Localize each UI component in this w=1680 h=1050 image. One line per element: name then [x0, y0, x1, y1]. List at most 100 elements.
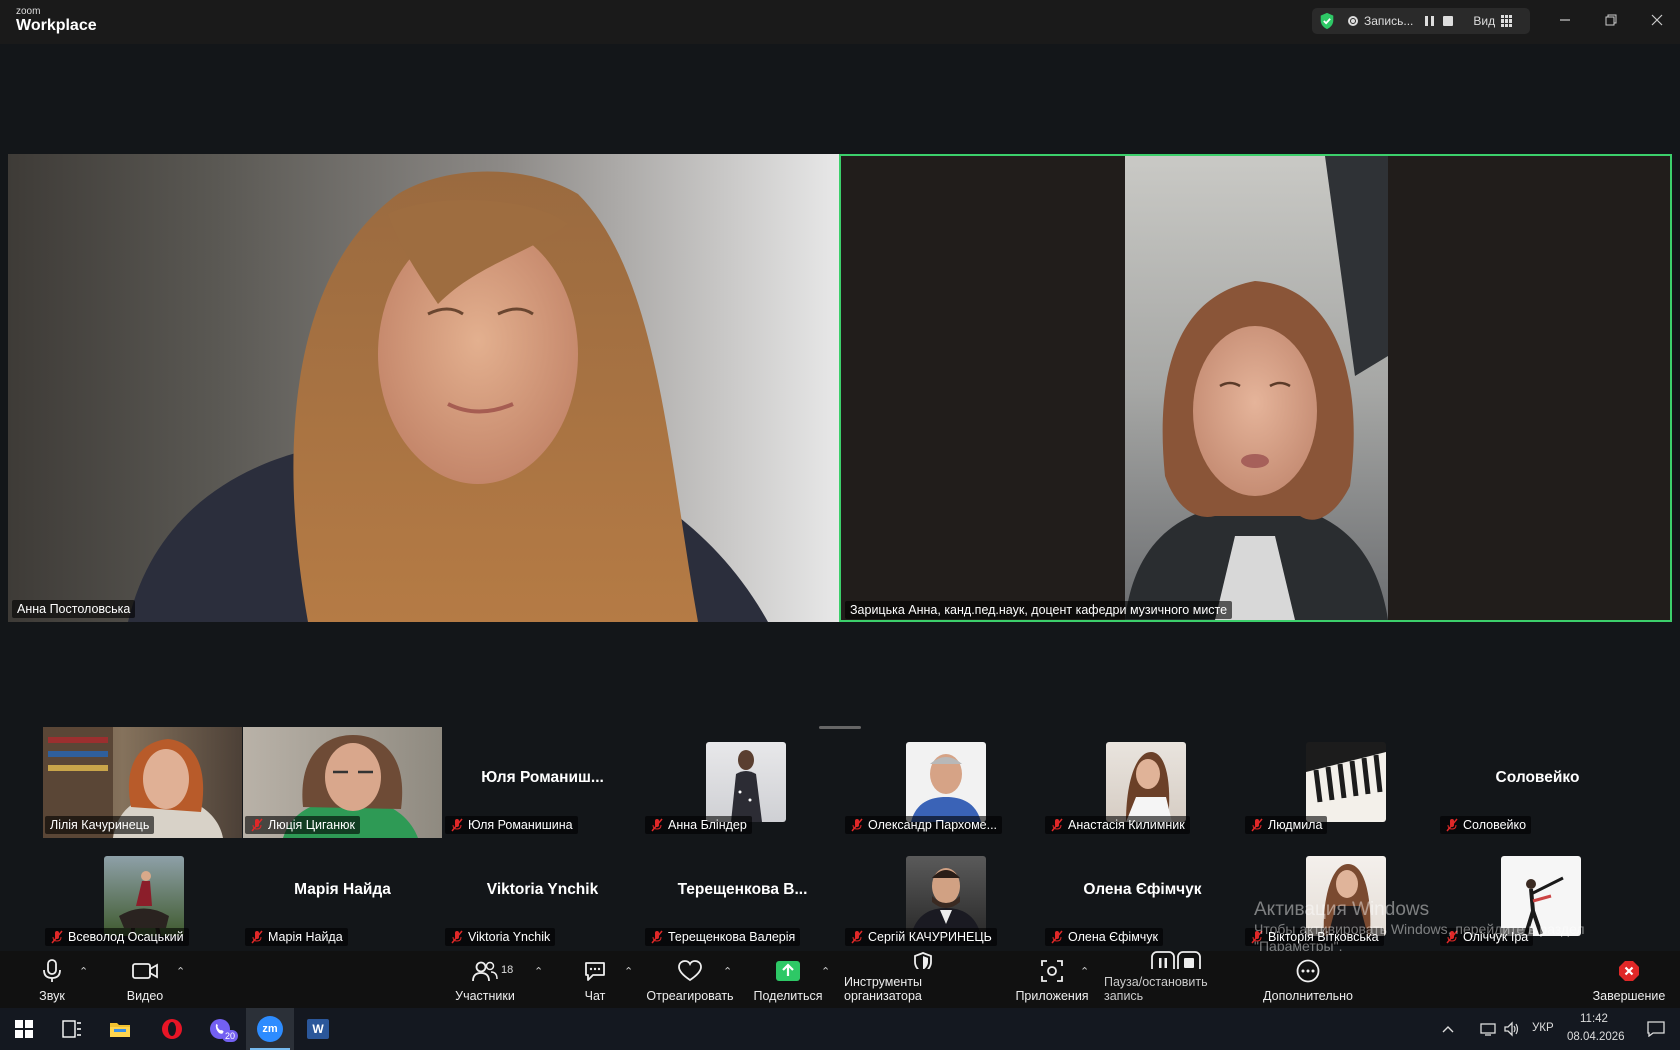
share-screen-button[interactable]: Поделиться — [752, 951, 824, 1008]
gallery-name-tag: Анастасія Килимник — [1045, 816, 1190, 834]
start-button[interactable] — [0, 1008, 48, 1050]
participant-avatar-image — [119, 871, 169, 936]
task-view-icon — [62, 1020, 81, 1038]
video-camera-icon — [132, 963, 158, 979]
participant-display-name: Viktoria Ynchik — [486, 881, 599, 898]
chat-options-chevron-icon[interactable]: ⌃ — [624, 965, 633, 978]
pause-recording-icon[interactable] — [1425, 16, 1435, 26]
muted-mic-icon — [851, 818, 863, 832]
title-bar: zoom Workplace Запись... Вид — [0, 0, 1680, 44]
participant-avatar — [1306, 742, 1386, 822]
minimize-icon — [1560, 19, 1570, 21]
zoom-app-icon: zm — [257, 1016, 283, 1042]
more-button[interactable]: Дополнительно — [1262, 951, 1354, 1008]
windows-taskbar: 20 zm W УКР 11:42 08.04.2026 — [0, 1008, 1680, 1050]
video-button[interactable]: Видео — [120, 951, 170, 1008]
participant-avatar — [1106, 742, 1186, 822]
chat-button[interactable]: Чат — [580, 951, 610, 1008]
muted-mic-icon — [1446, 818, 1458, 832]
gallery-name-tag: Люція Циганюк — [245, 816, 360, 834]
notifications-icon — [1647, 1021, 1665, 1037]
pause-stop-recording-button[interactable]: Пауза/остановить запись — [1104, 951, 1248, 1008]
gallery-tile[interactable]: Людмила — [1243, 727, 1442, 838]
zoom-taskbar-button[interactable]: zm — [246, 1008, 294, 1050]
apps-button[interactable]: Приложения — [1015, 951, 1089, 1008]
network-status[interactable] — [1476, 1008, 1502, 1050]
gallery-name-tag: Viktoria Ynchik — [445, 928, 556, 946]
gallery-tile[interactable]: Viktoria Ynchik Viktoria Ynchik — [443, 839, 642, 950]
gallery-tile[interactable]: Юля Романиш... Юля Романишина — [443, 727, 642, 838]
host-tools-button[interactable]: Инструменты организатора — [844, 951, 1002, 1008]
network-icon — [1480, 1023, 1496, 1036]
volume-control[interactable] — [1500, 1008, 1524, 1050]
recording-indicator[interactable]: Запись... Вид — [1312, 8, 1530, 34]
apps-options-chevron-icon[interactable]: ⌃ — [1080, 965, 1089, 978]
video-zarytska-anna[interactable]: Зарицька Анна, канд.пед.наук, доцент каф… — [839, 154, 1672, 622]
viber-button[interactable]: 20 — [196, 1008, 244, 1050]
participant-avatar-image — [731, 750, 762, 822]
gallery-tile[interactable]: Соловейко Соловейко — [1438, 727, 1637, 838]
muted-mic-icon — [451, 930, 463, 944]
participant-avatar-image — [911, 868, 981, 936]
gallery-tile[interactable]: Анна Бліндер — [643, 727, 842, 838]
gallery-name-tag: Олександр Пархоме... — [845, 816, 1003, 834]
gallery-tile[interactable]: Сергій КАЧУРИНЕЦЬ — [843, 839, 1042, 950]
show-hidden-icons-button[interactable] — [1436, 1008, 1460, 1050]
muted-mic-icon — [251, 930, 263, 944]
word-taskbar-button[interactable]: W — [294, 1008, 342, 1050]
gallery-name-tag: Лілія Качуринець — [45, 816, 155, 834]
gallery-name-tag: Юля Романишина — [445, 816, 578, 834]
opera-browser-button[interactable] — [148, 1008, 196, 1050]
gallery-tile[interactable]: Олександр Пархоме... — [843, 727, 1042, 838]
gallery-tile[interactable]: Всеволод Осацький — [43, 839, 242, 950]
grid-view-icon[interactable] — [1501, 15, 1513, 27]
video-options-chevron-icon[interactable]: ⌃ — [176, 965, 185, 978]
share-options-chevron-icon[interactable]: ⌃ — [821, 965, 830, 978]
participant-avatar — [706, 742, 786, 822]
participant-video-graphic — [1125, 156, 1388, 620]
participant-avatar — [906, 742, 986, 822]
end-meeting-icon — [1619, 961, 1639, 981]
gallery-name-tag: Марія Найда — [245, 928, 348, 946]
gallery-tile[interactable]: Олена Єфімчук Олена Єфімчук — [1043, 839, 1242, 950]
gallery-tile[interactable]: Терещенкова В... Терещенкова Валерія — [643, 839, 842, 950]
action-center-button[interactable] — [1632, 1008, 1680, 1050]
gallery-tile[interactable]: Марія Найда Марія Найда — [243, 839, 442, 950]
audio-options-chevron-icon[interactable]: ⌃ — [79, 965, 88, 978]
clock-time[interactable]: 11:42 — [1580, 1013, 1608, 1025]
participants-options-chevron-icon[interactable]: ⌃ — [534, 965, 543, 978]
participants-button[interactable]: Участники — [449, 951, 521, 1008]
react-options-chevron-icon[interactable]: ⌃ — [723, 965, 732, 978]
audio-button[interactable]: Звук — [30, 951, 74, 1008]
speaker-icon — [1504, 1021, 1519, 1037]
muted-mic-icon — [251, 818, 263, 832]
clock-date[interactable]: 08.04.2026 — [1567, 1031, 1625, 1043]
muted-mic-icon — [651, 818, 663, 832]
chat-bubble-icon — [585, 962, 605, 981]
gallery-name-tag: Всеволод Осацький — [45, 928, 189, 946]
participant-display-name: Терещенкова В... — [677, 881, 808, 898]
keyboard-language[interactable]: УКР — [1532, 1022, 1554, 1034]
piano-keys-image — [1306, 752, 1386, 822]
stop-recording-icon[interactable] — [1443, 16, 1454, 26]
end-meeting-button[interactable]: Завершение — [1592, 951, 1666, 1008]
muted-mic-icon — [651, 930, 663, 944]
muted-mic-icon — [51, 930, 63, 944]
gallery-tile[interactable]: Лілія Качуринець — [43, 727, 242, 838]
task-view-button[interactable] — [48, 1008, 96, 1050]
heart-icon — [678, 960, 702, 982]
gallery-name-tag: Терещенкова Валерія — [645, 928, 801, 946]
gallery-tile[interactable]: Люція Циганюк — [243, 727, 442, 838]
gallery-tile[interactable]: Анастасія Килимник — [1043, 727, 1242, 838]
view-button-label[interactable]: Вид — [1473, 14, 1495, 28]
react-button[interactable]: Отреагировать — [645, 951, 735, 1008]
microphone-icon — [43, 959, 61, 982]
video-anna-postolovska[interactable]: Анна Постоловська — [8, 154, 839, 622]
meeting-toolbar: Звук ⌃ Видео ⌃ Участники 18 ⌃ Чат ⌃ Отре… — [0, 951, 1680, 1008]
word-app-icon: W — [307, 1019, 329, 1039]
restore-button[interactable] — [1588, 0, 1634, 40]
minimize-button[interactable] — [1542, 0, 1588, 40]
file-explorer-button[interactable] — [96, 1008, 144, 1050]
close-button[interactable] — [1634, 0, 1680, 40]
participants-count: 18 — [501, 964, 514, 976]
